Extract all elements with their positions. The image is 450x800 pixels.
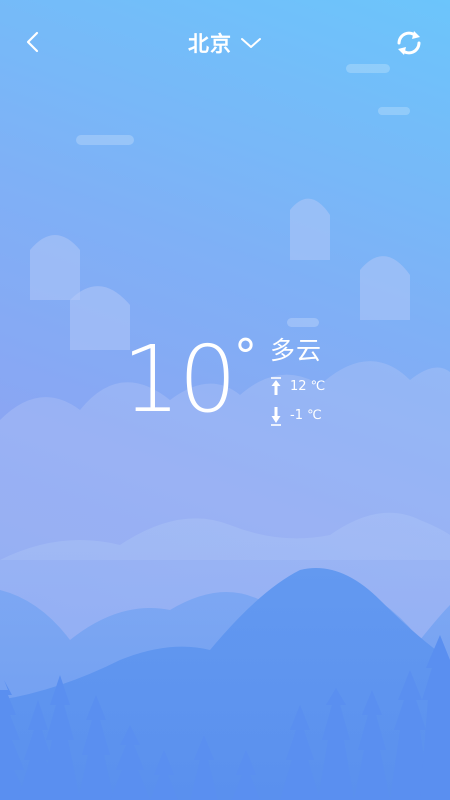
low-temp: -1 ℃ [290, 408, 322, 423]
weather-screen: 北京 10 ° 多云 12 ℃ -1 ℃ [0, 0, 450, 800]
degree-symbol: ° [234, 329, 257, 383]
temperature-value: 10 [122, 326, 237, 433]
city-name: 北京 [188, 32, 232, 56]
weather-condition: 多云 [270, 336, 323, 365]
chevron-left-icon [26, 31, 39, 53]
arrow-up-icon [271, 377, 281, 395]
back-button[interactable] [16, 26, 48, 58]
current-weather: 10 ° 多云 12 ℃ -1 ℃ [122, 326, 342, 440]
refresh-icon [397, 31, 421, 55]
refresh-button[interactable] [390, 24, 428, 62]
high-temp-row: 12 ℃ [270, 376, 325, 398]
top-bar: 北京 [0, 0, 450, 86]
arrow-down-icon [271, 407, 281, 426]
high-temp: 12 ℃ [290, 379, 326, 394]
low-temp-row: -1 ℃ [270, 405, 322, 427]
chevron-down-icon [241, 38, 261, 48]
city-selector[interactable]: 北京 [175, 24, 275, 62]
cloud-streaks [76, 64, 410, 327]
